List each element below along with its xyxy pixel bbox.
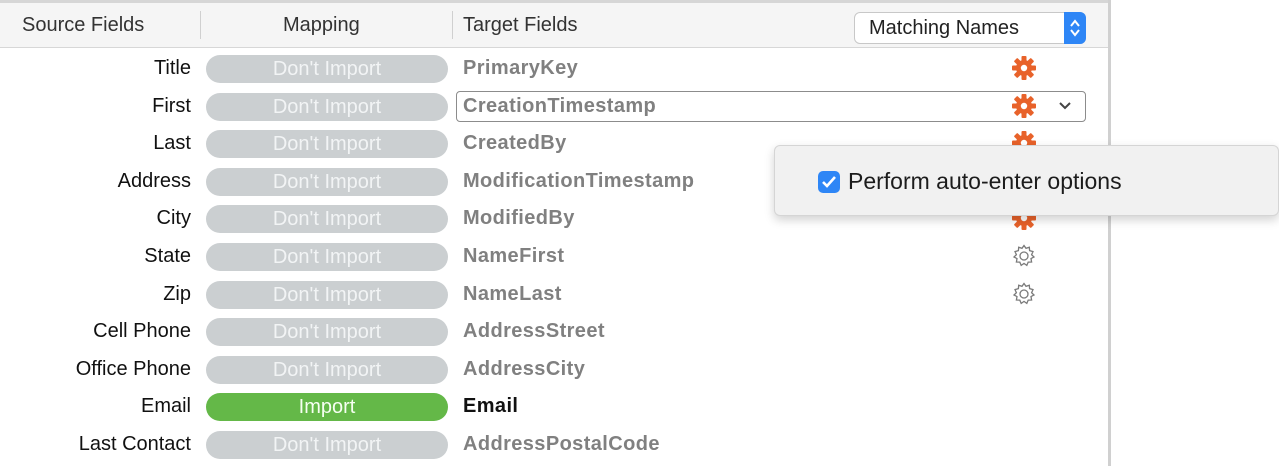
updown-arrows-icon bbox=[1064, 12, 1086, 44]
header-mapping: Mapping bbox=[283, 14, 360, 36]
source-field-name: Email bbox=[140, 395, 191, 418]
source-field-name: Office Phone bbox=[75, 357, 191, 380]
mapping-toggle-button[interactable]: Don't Import bbox=[206, 431, 448, 459]
gear-icon[interactable] bbox=[1010, 92, 1038, 120]
gear-outline-icon[interactable] bbox=[1010, 280, 1038, 308]
source-field-name: City bbox=[156, 207, 191, 230]
gear-outline-icon[interactable] bbox=[1010, 242, 1038, 270]
table-row: State Don't Import NameFirst bbox=[0, 238, 1108, 275]
mapping-toggle-button[interactable]: Don't Import bbox=[206, 355, 448, 384]
source-field-name: Zip bbox=[163, 282, 191, 305]
target-field-name: AddressStreet bbox=[463, 320, 605, 343]
checkmark-icon bbox=[822, 176, 836, 188]
panel-edge bbox=[1108, 0, 1111, 466]
mapping-toggle-button[interactable]: Don't Import bbox=[206, 167, 448, 196]
chevron-down-icon[interactable] bbox=[1057, 99, 1073, 117]
table-row: Last Contact Don't Import AddressPostalCod… bbox=[0, 426, 1108, 463]
mapping-toggle-button[interactable]: Don't Import bbox=[206, 280, 448, 309]
mapping-toggle-button[interactable]: Don't Import bbox=[206, 92, 448, 121]
table-row: Cell Phone Don't Import AddressStreet bbox=[0, 313, 1108, 350]
target-field-name: CreationTimestamp bbox=[463, 94, 657, 117]
target-field-name: AddressPostalCode bbox=[463, 433, 660, 455]
source-field-name: Address bbox=[117, 169, 191, 192]
table-row: Title Don't Import PrimaryKey bbox=[0, 50, 1108, 87]
header-target-fields: Target Fields bbox=[463, 14, 578, 36]
auto-enter-label[interactable]: Perform auto-enter options bbox=[848, 146, 1122, 217]
mapping-toggle-button[interactable]: Import bbox=[206, 393, 448, 422]
source-field-name: Last bbox=[153, 132, 191, 155]
target-field-name: CreatedBy bbox=[463, 132, 567, 155]
gear-icon[interactable] bbox=[1010, 54, 1038, 82]
source-field-name: Last Contact bbox=[78, 433, 191, 455]
matching-names-value: Matching Names bbox=[869, 17, 1020, 39]
target-field-name: ModificationTimestamp bbox=[463, 169, 695, 192]
target-field-name: ModifiedBy bbox=[463, 207, 575, 230]
header-separator bbox=[452, 11, 453, 39]
target-field-name: Email bbox=[463, 395, 519, 418]
matching-names-popup[interactable]: Matching Names bbox=[854, 12, 1086, 44]
field-options-popover: Perform auto-enter options bbox=[774, 145, 1279, 216]
header-separator bbox=[200, 11, 201, 39]
table-row: First Don't Import CreationTimestamp bbox=[0, 88, 1108, 125]
import-mapping-panel: Source Fields Mapping Target Fields Matc… bbox=[0, 0, 1108, 466]
target-field-name: NameLast bbox=[463, 282, 562, 305]
auto-enter-checkbox[interactable] bbox=[818, 171, 840, 193]
source-field-name: Cell Phone bbox=[93, 320, 191, 343]
table-row: Office Phone Don't Import AddressCity bbox=[0, 351, 1108, 388]
table-row: Email Import Email bbox=[0, 388, 1108, 425]
mapping-toggle-button[interactable]: Don't Import bbox=[206, 130, 448, 159]
table-row: Zip Don't Import NameLast bbox=[0, 276, 1108, 313]
source-field-name: State bbox=[144, 245, 191, 267]
header-source-fields: Source Fields bbox=[22, 14, 145, 36]
column-header-bar: Source Fields Mapping Target Fields Matc… bbox=[0, 3, 1108, 48]
mapping-toggle-button[interactable]: Don't Import bbox=[206, 55, 448, 83]
mapping-toggle-button[interactable]: Don't Import bbox=[206, 205, 448, 234]
mapping-toggle-button[interactable]: Don't Import bbox=[206, 318, 448, 347]
target-field-name: NameFirst bbox=[463, 245, 565, 267]
source-field-name: First bbox=[152, 94, 191, 117]
mapping-toggle-button[interactable]: Don't Import bbox=[206, 243, 448, 271]
target-field-name: AddressCity bbox=[463, 357, 586, 380]
target-field-name: PrimaryKey bbox=[463, 57, 579, 79]
source-field-name: Title bbox=[153, 57, 191, 79]
